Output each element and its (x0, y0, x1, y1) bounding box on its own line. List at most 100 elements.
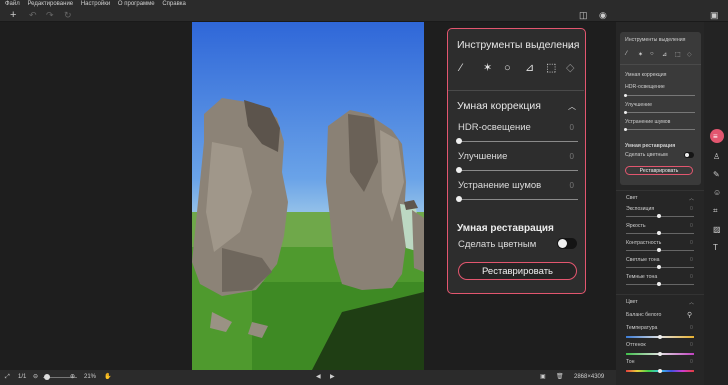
exposure-knob[interactable] (657, 214, 661, 218)
undo-icon[interactable]: ↶ (29, 10, 37, 20)
image-dimensions: 2868×4309 (574, 374, 605, 380)
selection-tools-popup: Инструменты выделения ︿ ⁄ ✶ ○ ⊿ ⬚ ◇ Умна… (447, 28, 586, 294)
chevron-up-icon[interactable]: ︿ (568, 40, 576, 51)
shadows-label: Темные тона (626, 274, 658, 280)
temperature-knob[interactable] (658, 335, 662, 339)
polygon-lasso-icon[interactable]: ⊿ (662, 51, 667, 58)
menu-edit[interactable]: Редактирование (27, 1, 73, 7)
docked-denoise-knob[interactable] (624, 128, 627, 131)
zoom-slider-knob[interactable] (44, 374, 50, 380)
highlights-knob[interactable] (657, 265, 661, 269)
brush-icon[interactable]: ⁄ (626, 51, 627, 57)
docked-colorize-toggle[interactable] (684, 152, 694, 158)
contrast-knob[interactable] (657, 248, 661, 252)
selection-toolset: ⁄ ✶ ○ ⊿ ⬚ ◇ (456, 62, 580, 76)
hue-value: 0 (690, 359, 693, 365)
magic-wand-icon[interactable]: ✶ (638, 51, 643, 58)
shadows-knob[interactable] (657, 282, 661, 286)
toolbar: + ↶ ↷ ↻ ◫ ◉ ▣ (0, 9, 728, 22)
zoom-out-icon[interactable]: ⊖ (33, 373, 38, 382)
hdr-value: 0 (569, 123, 574, 132)
docked-denoise-label: Устранение шумов (625, 119, 671, 125)
bottom-bar: ⤢ 1/1 ⊖ ⊕ 21% ✋ ◀ ▶ ▣ 🗑 2868×4309 (0, 370, 616, 385)
chevron-up-icon[interactable]: ︿ (689, 299, 694, 306)
hdr-slider-knob[interactable] (456, 138, 462, 144)
contrast-label: Контрастность (626, 240, 662, 246)
next-icon[interactable]: ▶ (330, 373, 335, 382)
docked-selection-title: Инструменты выделения (625, 37, 686, 43)
eye-icon[interactable]: ◉ (599, 10, 607, 20)
enhance-slider-track[interactable] (458, 170, 578, 171)
restore-button[interactable]: Реставрировать (458, 262, 577, 280)
redo-icon[interactable]: ↷ (46, 10, 54, 20)
highlights-value: 0 (690, 257, 693, 263)
hdr-slider-track[interactable] (458, 141, 578, 142)
eyedropper-icon[interactable]: ⚲ (687, 311, 692, 319)
brightness-value: 0 (690, 223, 693, 229)
docked-restore-button[interactable]: Реставрировать (625, 166, 693, 175)
menu-about[interactable]: О программе (118, 1, 155, 7)
polygon-lasso-icon[interactable]: ⊿ (525, 62, 534, 74)
docked-colorize-label: Сделать цветным (625, 152, 668, 158)
stamp-icon[interactable]: ♙ (713, 152, 720, 162)
denoise-slider-knob[interactable] (456, 196, 462, 202)
hue-knob[interactable] (658, 369, 662, 373)
menu-file[interactable]: Файл (5, 1, 20, 7)
face-icon[interactable]: ☺ (713, 188, 721, 198)
docked-hdr-label: HDR-освещение (625, 84, 665, 90)
docked-hdr-knob[interactable] (624, 94, 627, 97)
zoom-in-icon[interactable]: ⊕ (70, 373, 75, 382)
chevron-up-icon[interactable]: ︿ (689, 195, 694, 202)
tool-strip: ≡ ♙ ✎ ☺ ⌗ ▨ T (704, 22, 728, 385)
fit-screen-icon[interactable]: ⤢ (5, 373, 10, 382)
color-section-title: Цвет (626, 299, 638, 305)
enhance-value: 0 (569, 152, 574, 161)
menu-settings[interactable]: Настройки (81, 1, 110, 7)
prev-icon[interactable]: ◀ (316, 373, 321, 382)
add-icon[interactable]: + (10, 10, 16, 21)
reset-icon[interactable]: ↻ (64, 10, 72, 20)
docked-hdr-track[interactable] (625, 95, 695, 96)
crop-icon[interactable]: ⌗ (713, 206, 718, 216)
photo-image[interactable] (192, 22, 424, 370)
brush-icon[interactable]: ⁄ (460, 62, 462, 74)
shadows-value: 0 (690, 274, 693, 280)
eraser-icon[interactable]: ◇ (566, 62, 574, 74)
brightness-label: Яркость (626, 223, 646, 229)
divider (620, 64, 701, 65)
eraser-icon[interactable]: ◇ (687, 51, 692, 58)
magic-wand-icon[interactable]: ✶ (483, 62, 492, 74)
colorize-toggle[interactable] (557, 238, 577, 249)
chevron-up-icon[interactable]: ︿ (568, 101, 576, 112)
tint-knob[interactable] (658, 352, 662, 356)
brightness-knob[interactable] (657, 231, 661, 235)
frame-icon[interactable]: ▨ (713, 225, 721, 235)
lasso-icon[interactable]: ○ (650, 51, 654, 57)
temperature-label: Температура (626, 325, 658, 331)
trash-icon[interactable]: 🗑 (556, 373, 564, 382)
rect-select-icon[interactable]: ⬚ (546, 62, 556, 74)
docked-selection-panel: Инструменты выделения ⁄ ✶ ○ ⊿ ⬚ ◇ Умная … (620, 32, 701, 185)
temperature-value: 0 (690, 325, 693, 331)
docked-restore-title: Умная реставрация (625, 143, 676, 149)
divider (616, 190, 704, 191)
adjust-icon[interactable]: ≡ (713, 132, 718, 142)
paint-icon[interactable]: ✎ (713, 170, 720, 180)
lasso-icon[interactable]: ○ (504, 62, 511, 74)
denoise-slider-track[interactable] (458, 199, 578, 200)
docked-enhance-knob[interactable] (624, 111, 627, 114)
enhance-label: Улучшение (458, 151, 508, 162)
hue-label: Тон (626, 359, 635, 365)
rect-select-icon[interactable]: ⬚ (675, 51, 681, 58)
hand-icon[interactable]: ✋ (104, 373, 111, 382)
exposure-value: 0 (690, 206, 693, 212)
image-icon[interactable]: ▣ (540, 373, 546, 382)
enhance-slider-knob[interactable] (456, 167, 462, 173)
docked-enhance-track[interactable] (625, 112, 695, 113)
compare-icon[interactable]: ◫ (579, 10, 588, 20)
docked-denoise-track[interactable] (625, 129, 695, 130)
menu-help[interactable]: Справка (162, 1, 186, 7)
light-section-title: Свет (626, 195, 638, 201)
text-icon[interactable]: T (713, 243, 718, 253)
save-icon[interactable]: ▣ (710, 10, 719, 20)
